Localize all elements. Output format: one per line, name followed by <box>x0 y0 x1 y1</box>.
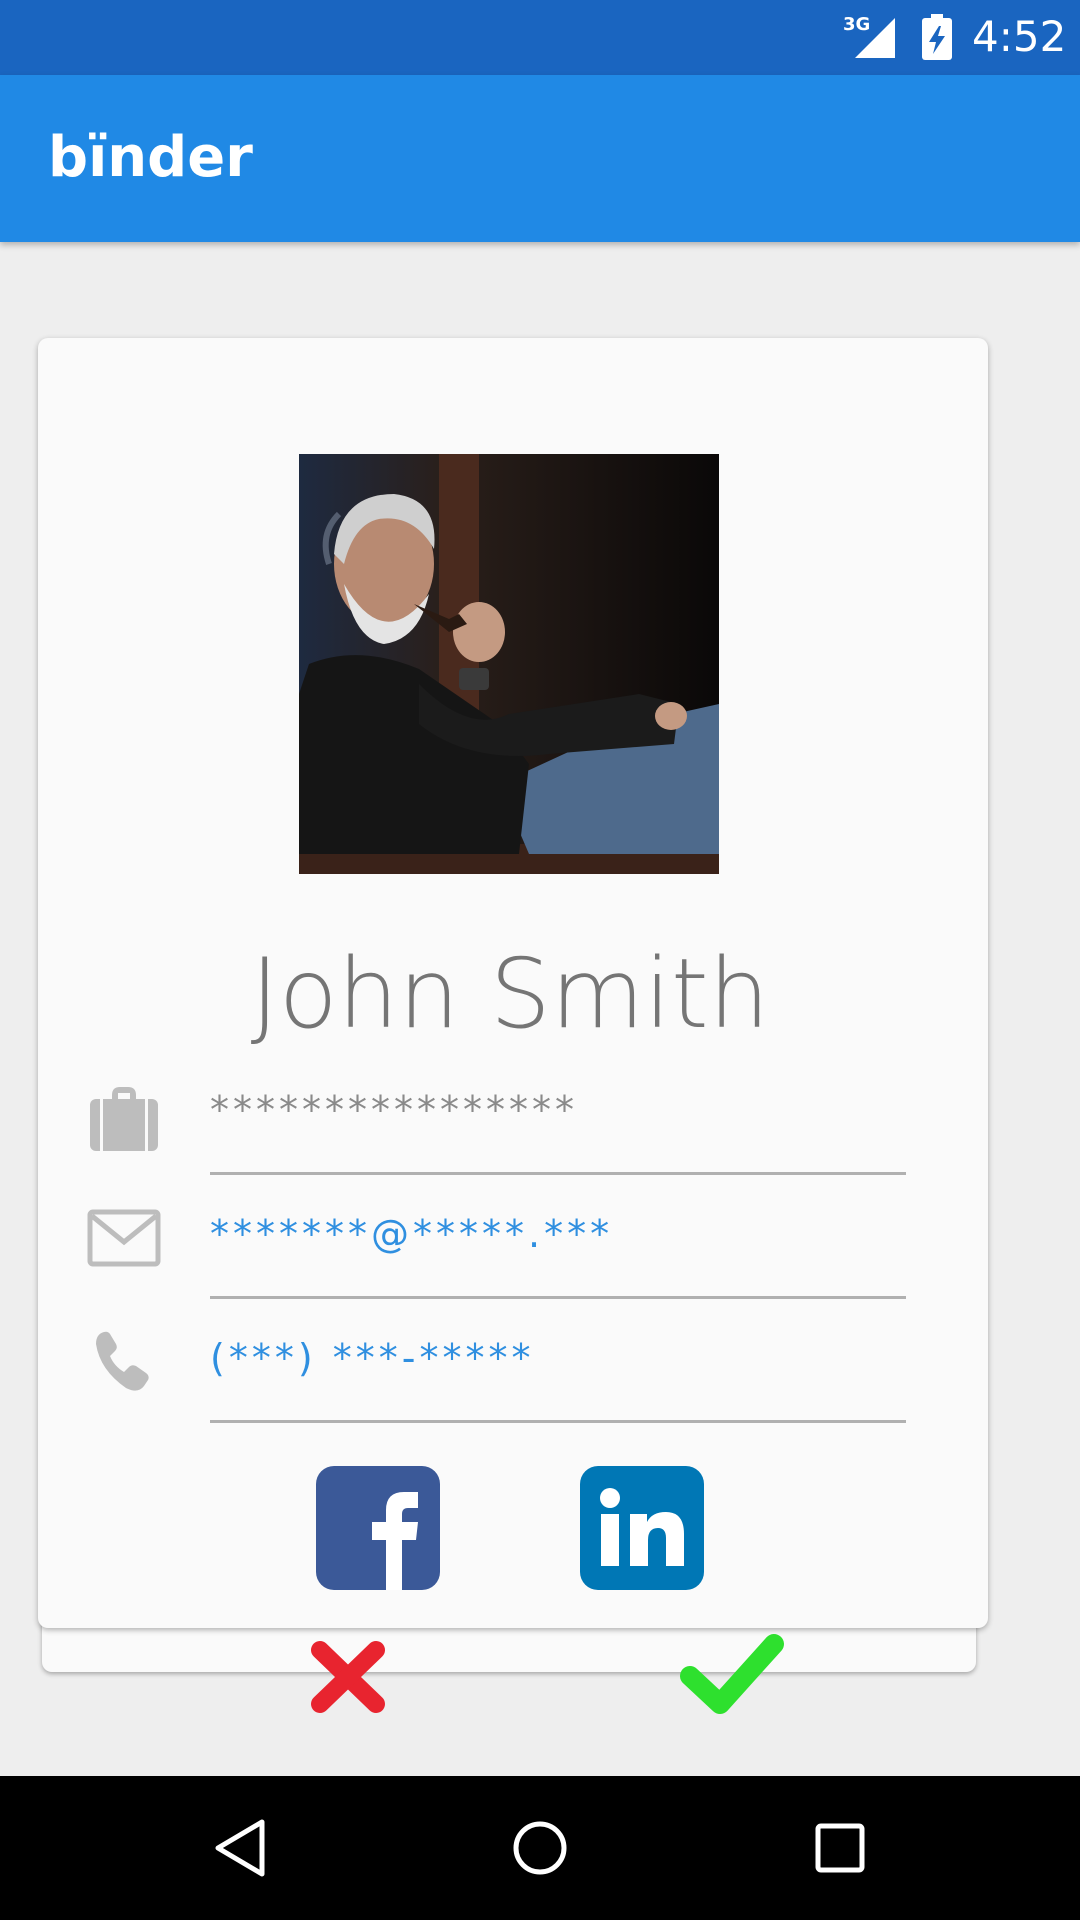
email-field: *******@*****.*** <box>38 1192 988 1316</box>
back-icon[interactable] <box>204 1812 276 1884</box>
profile-name: John Smith <box>250 938 770 1050</box>
screen: 3G 4:52 bïnder John Smith **************… <box>0 0 1080 1920</box>
field-underline <box>210 1296 906 1299</box>
job-value: **************** <box>210 1088 578 1132</box>
linkedin-icon[interactable] <box>580 1466 704 1590</box>
phone-icon <box>96 1331 149 1391</box>
job-field: **************** <box>38 1068 988 1192</box>
briefcase-icon <box>90 1087 158 1151</box>
status-time: 4:52 <box>972 12 1067 61</box>
profile-card[interactable]: John Smith **************** *******@****… <box>38 338 988 1628</box>
phone-field: (***) ***-***** <box>38 1316 988 1440</box>
close-icon[interactable] <box>306 1636 390 1718</box>
email-value[interactable]: *******@*****.*** <box>210 1212 613 1256</box>
status-bar: 3G 4:52 <box>0 0 1080 75</box>
facebook-icon[interactable] <box>316 1466 440 1590</box>
field-underline <box>210 1172 906 1175</box>
battery-charging-icon <box>922 14 952 60</box>
recents-icon[interactable] <box>804 1812 876 1884</box>
app-title: bïnder <box>48 125 253 190</box>
home-icon[interactable] <box>504 1812 576 1884</box>
navigation-bar <box>0 1776 1080 1920</box>
phone-value[interactable]: (***) ***-***** <box>210 1336 534 1380</box>
check-icon[interactable] <box>678 1630 786 1718</box>
mail-icon <box>87 1209 161 1267</box>
signal-icon: 3G <box>843 14 899 60</box>
profile-photo <box>299 454 719 874</box>
field-underline <box>210 1420 906 1423</box>
app-bar: bïnder <box>0 75 1080 242</box>
